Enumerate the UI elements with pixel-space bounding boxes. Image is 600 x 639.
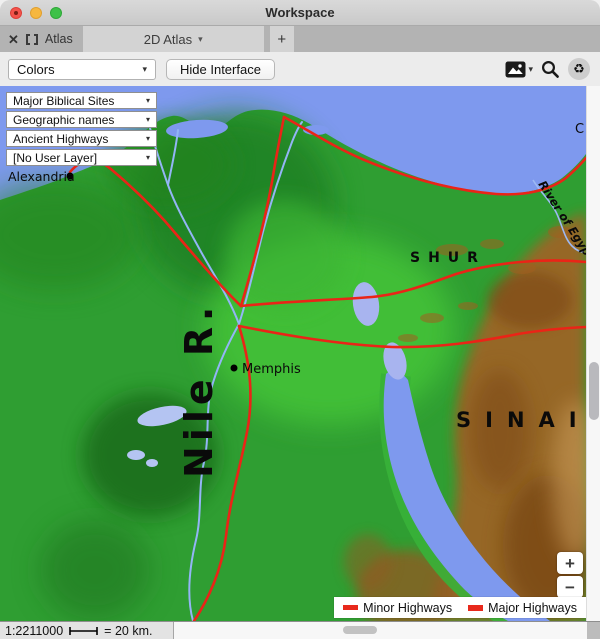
bright-green-plain-2	[225, 200, 345, 310]
close-window-button[interactable]	[10, 7, 22, 19]
fayum-pond-2	[146, 459, 158, 467]
app-window: Workspace ✕ Atlas 2D Atlas ▾ + Colors ▾ …	[0, 0, 600, 639]
zoom-window-button[interactable]	[50, 7, 62, 19]
search-icon[interactable]	[541, 60, 560, 79]
window-title: Workspace	[0, 5, 600, 20]
major-highway-label: Major Highways	[488, 601, 577, 615]
toolbar: Colors ▾ Hide Interface ▾ ♻	[0, 52, 600, 86]
vertical-scrollbar-thumb[interactable]	[589, 362, 599, 420]
new-tab-button[interactable]: +	[270, 26, 294, 52]
highway-legend: Minor Highways Major Highways	[334, 597, 586, 618]
fayum-pond	[127, 450, 145, 460]
layer-dropdown-ancient-highways[interactable]: Ancient Highways ▾	[6, 130, 157, 147]
hide-interface-button[interactable]: Hide Interface	[166, 59, 275, 80]
sinai-hills	[488, 272, 572, 328]
layer-dropdown-value: Ancient Highways	[13, 132, 108, 146]
legend-item-major: Major Highways	[468, 601, 577, 615]
layer-dropdown-major-biblical-sites[interactable]: Major Biblical Sites ▾	[6, 92, 157, 109]
horizontal-scrollbar[interactable]	[174, 622, 587, 639]
tab-2d-atlas-label: 2D Atlas	[144, 32, 192, 47]
memphis-marker[interactable]	[231, 365, 238, 372]
southwest-ridge	[40, 520, 150, 620]
chevron-down-icon: ▾	[146, 96, 150, 105]
chevron-down-icon: ▾	[146, 134, 150, 143]
vertical-scrollbar[interactable]	[586, 86, 600, 621]
tab-strip-controls: ✕ Atlas	[0, 26, 83, 52]
layer-dropdown-geographic-names[interactable]: Geographic names ▾	[6, 111, 157, 128]
layer-dropdown-value: Geographic names	[13, 113, 114, 127]
scale-ratio: 1:2211000	[5, 624, 63, 638]
expand-icon[interactable]	[26, 34, 38, 45]
alexandria-label: Alexandria	[8, 169, 75, 184]
minimize-window-button[interactable]	[30, 7, 42, 19]
sinai-label: SINAI	[456, 408, 586, 432]
atlas-label: Atlas	[45, 32, 73, 46]
recycle-icon: ♻	[573, 62, 585, 77]
layer-dropdown-value: Major Biblical Sites	[13, 94, 114, 108]
shur-label: SHUR	[410, 250, 486, 266]
colors-dropdown[interactable]: Colors ▾	[8, 59, 156, 80]
tab-2d-atlas[interactable]: 2D Atlas ▾	[83, 26, 264, 52]
map-area: Alexandria Memphis Nile R. SHUR SINAI Ri…	[0, 86, 600, 621]
recycle-refresh-button[interactable]: ♻	[568, 58, 590, 80]
chevron-down-icon: ▾	[142, 64, 147, 75]
photo-icon	[505, 61, 526, 78]
snapshot-button[interactable]: ▾	[505, 61, 533, 78]
zoom-out-button[interactable]: −	[557, 576, 583, 598]
toolbar-icons: ▾ ♻	[505, 58, 590, 80]
gulf-west-mountains-2	[344, 534, 392, 590]
zoom-in-button[interactable]: +	[557, 552, 583, 574]
title-bar: Workspace	[0, 0, 600, 26]
minor-highway-swatch	[343, 605, 358, 610]
bottom-bar: 1:2211000 = 20 km.	[0, 621, 600, 639]
tab-strip: ✕ Atlas 2D Atlas ▾ +	[0, 26, 600, 52]
map-canvas[interactable]: Alexandria Memphis Nile R. SHUR SINAI Ri…	[0, 86, 586, 621]
chevron-down-icon: ▾	[146, 115, 150, 124]
memphis-label: Memphis	[242, 362, 301, 377]
traffic-lights	[10, 7, 62, 19]
colors-dropdown-value: Colors	[17, 62, 55, 77]
scale-bar-icon	[69, 626, 98, 636]
major-highway-swatch	[468, 605, 483, 611]
layer-dropdown-user-layer[interactable]: [No User Layer] ▾	[6, 149, 157, 166]
nile-river-label: Nile R.	[177, 302, 221, 478]
scale-status: 1:2211000 = 20 km.	[0, 622, 174, 639]
chevron-down-icon: ▾	[198, 34, 203, 45]
close-tab-icon[interactable]: ✕	[8, 33, 19, 46]
horizontal-scrollbar-thumb[interactable]	[343, 626, 377, 634]
legend-item-minor: Minor Highways	[343, 601, 452, 615]
map-zoom-controls: + −	[557, 552, 583, 598]
minor-highway-label: Minor Highways	[363, 601, 452, 615]
layer-dropdowns: Major Biblical Sites ▾ Geographic names …	[6, 92, 157, 166]
edge-partial-label: C	[575, 122, 584, 137]
chevron-down-icon: ▾	[528, 64, 533, 75]
chevron-down-icon: ▾	[146, 153, 150, 162]
layer-dropdown-value: [No User Layer]	[13, 151, 97, 165]
scrollbar-corner	[587, 622, 600, 639]
scale-distance: = 20 km.	[104, 624, 152, 638]
